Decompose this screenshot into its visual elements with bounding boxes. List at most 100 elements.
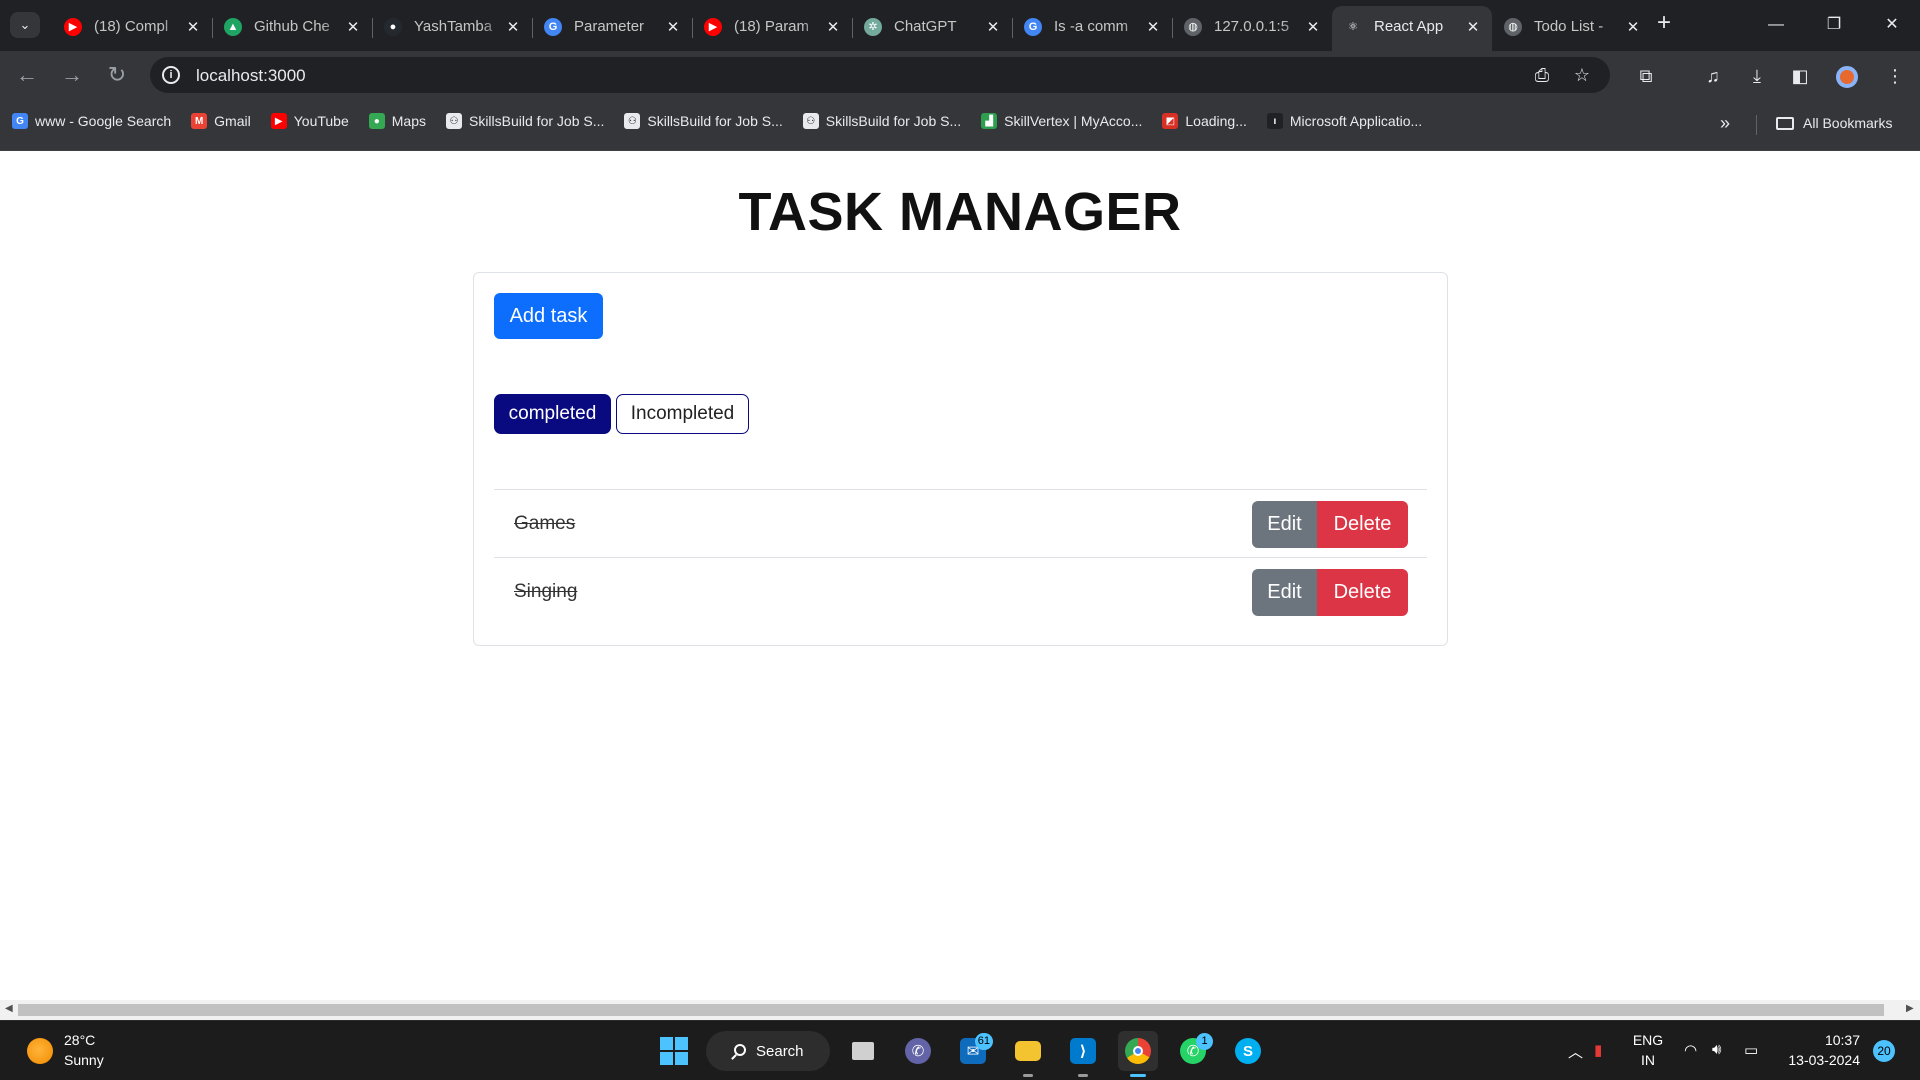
back-button[interactable]: ←	[12, 60, 42, 90]
close-tab-icon[interactable]: ✕	[184, 18, 202, 36]
delete-task-button[interactable]: Delete	[1317, 569, 1408, 616]
browser-tab[interactable]: ◍ 127.0.0.1:5 ✕	[1172, 6, 1332, 51]
battery-icon[interactable]: ▭	[1744, 1041, 1758, 1059]
bookmark-item[interactable]: ● Maps	[368, 113, 426, 129]
bookmark-item[interactable]: M Gmail	[191, 113, 251, 129]
reload-button[interactable]: ↻	[102, 60, 132, 90]
site-info-icon[interactable]: i	[162, 66, 180, 84]
bookmark-item[interactable]: ◩ Loading...	[1162, 113, 1247, 129]
vscode-button[interactable]: ⟩	[1063, 1031, 1103, 1077]
gmail-icon: M	[191, 113, 208, 129]
address-bar[interactable]: i localhost:3000 ⎙ ☆	[150, 57, 1610, 93]
clock-time[interactable]: 10:37	[1770, 1032, 1860, 1048]
chrome-icon	[1125, 1038, 1151, 1064]
browser-tab[interactable]: ▶ (18) Compl ✕	[52, 6, 212, 51]
skillvertex-icon: ▟	[981, 113, 998, 129]
tab-search-button[interactable]: ⌄	[10, 12, 40, 38]
close-tab-icon[interactable]: ✕	[344, 18, 362, 36]
media-control-icon[interactable]: ♫	[1700, 63, 1726, 89]
add-task-button[interactable]: Add task	[494, 293, 603, 339]
browser-tab[interactable]: G Parameter ✕	[532, 6, 692, 51]
taskbar-search-label: Search	[756, 1042, 804, 1060]
close-tab-icon[interactable]: ✕	[824, 18, 842, 36]
bookmark-label: Gmail	[214, 113, 251, 129]
bookmark-item[interactable]: ▟ SkillVertex | MyAcco...	[981, 113, 1142, 129]
close-tab-icon[interactable]: ✕	[1624, 18, 1642, 36]
close-tab-icon[interactable]: ✕	[664, 18, 682, 36]
task-row: Singing Edit Delete	[494, 558, 1427, 626]
bookmark-item[interactable]: Gwww - Google Search	[12, 113, 171, 129]
start-button[interactable]	[654, 1031, 694, 1071]
weather-temperature[interactable]: 28°C	[64, 1032, 95, 1048]
bookmark-item[interactable]: ı Microsoft Applicatio...	[1266, 113, 1422, 129]
clock-date[interactable]: 13-03-2024	[1770, 1052, 1860, 1068]
bookmark-item[interactable]: ▶ YouTube	[270, 113, 349, 129]
sun-icon[interactable]	[27, 1038, 53, 1064]
chrome-button[interactable]	[1118, 1031, 1158, 1077]
close-tab-icon[interactable]: ✕	[984, 18, 1002, 36]
browser-tab[interactable]: G Is -a comm ✕	[1012, 6, 1172, 51]
menu-kebab-icon[interactable]: ⋮	[1882, 63, 1908, 89]
tab-title: ChatGPT	[894, 18, 957, 35]
scrollbar-thumb[interactable]	[18, 1004, 1884, 1016]
horizontal-scrollbar[interactable]: ◀ ▶	[0, 1000, 1920, 1020]
filter-completed-button[interactable]: completed	[494, 394, 611, 434]
teams-chat-button[interactable]: ✆	[898, 1031, 938, 1071]
extensions-icon[interactable]: ⧉	[1633, 63, 1659, 89]
close-tab-icon[interactable]: ✕	[1304, 18, 1322, 36]
file-explorer-button[interactable]	[1008, 1031, 1048, 1077]
whatsapp-button[interactable]: ✆ 1	[1173, 1031, 1213, 1071]
bookmark-star-icon[interactable]: ☆	[1570, 63, 1594, 87]
browser-tab[interactable]: ▶ (18) Param ✕	[692, 6, 852, 51]
restore-button[interactable]: ❐	[1812, 10, 1856, 40]
minimize-button[interactable]: —	[1754, 10, 1798, 40]
language-line2[interactable]: IN	[1628, 1052, 1668, 1068]
browser-tab[interactable]: ✲ ChatGPT ✕	[852, 6, 1012, 51]
more-bookmarks-icon[interactable]: »	[1720, 113, 1730, 134]
whatsapp-badge: 1	[1196, 1033, 1213, 1050]
close-tab-icon[interactable]: ✕	[504, 18, 522, 36]
notification-badge[interactable]: 20	[1873, 1040, 1895, 1062]
browser-tab[interactable]: ⚛ React App ✕	[1332, 6, 1492, 51]
side-panel-icon[interactable]: ◧	[1787, 63, 1813, 89]
browser-tab[interactable]: ◍ Todo List - ✕	[1492, 6, 1652, 51]
skype-button[interactable]: S	[1228, 1031, 1268, 1071]
folder-icon	[1015, 1041, 1041, 1061]
new-tab-button[interactable]: +	[1652, 11, 1676, 36]
edit-task-button[interactable]: Edit	[1252, 501, 1317, 548]
task-name: Singing	[514, 581, 578, 602]
running-indicator	[1078, 1074, 1088, 1077]
address-url[interactable]: localhost:3000	[196, 66, 306, 86]
all-bookmarks-button[interactable]: All Bookmarks	[1776, 115, 1892, 131]
tray-app-icon[interactable]: ▮	[1594, 1041, 1602, 1059]
scroll-left-icon[interactable]: ◀	[5, 1003, 13, 1014]
chevron-up-icon[interactable]: ︿	[1568, 1041, 1583, 1062]
task-view-button[interactable]	[843, 1031, 883, 1071]
edit-task-button[interactable]: Edit	[1252, 569, 1317, 616]
wifi-icon[interactable]: ◠	[1684, 1041, 1697, 1059]
bookmark-label: YouTube	[293, 113, 349, 129]
browser-tab[interactable]: ▲ Github Che ✕	[212, 6, 372, 51]
install-app-icon[interactable]: ⎙	[1530, 63, 1554, 87]
profile-avatar[interactable]	[1836, 66, 1858, 88]
close-window-button[interactable]: ✕	[1870, 10, 1914, 40]
forward-button[interactable]: →	[57, 60, 87, 90]
close-tab-icon[interactable]: ✕	[1144, 18, 1162, 36]
taskbar-search[interactable]: Search	[706, 1031, 830, 1071]
close-tab-icon[interactable]: ✕	[1464, 18, 1482, 36]
browser-tab[interactable]: ● YashTamba ✕	[372, 6, 532, 51]
bookmark-item[interactable]: ⚇ SkillsBuild for Job S...	[624, 113, 783, 129]
vscode-icon: ⟩	[1070, 1038, 1096, 1064]
mail-app-button[interactable]: ✉ 61	[953, 1031, 993, 1071]
delete-task-button[interactable]: Delete	[1317, 501, 1408, 548]
weather-condition[interactable]: Sunny	[64, 1052, 104, 1068]
bookmark-item[interactable]: ⚇ SkillsBuild for Job S...	[802, 113, 962, 129]
scroll-right-icon[interactable]: ▶	[1906, 1003, 1914, 1014]
browser-toolbar: ← → ↻ i localhost:3000 ⎙ ☆ ⧉ ♫ ⤓ ◧ ⋮	[0, 51, 1920, 99]
volume-icon[interactable]: 🔊︎	[1712, 1041, 1721, 1058]
language-line1[interactable]: ENG	[1628, 1032, 1668, 1048]
bookmark-label: SkillsBuild for Job S...	[825, 113, 962, 129]
filter-incompleted-button[interactable]: Incompleted	[616, 394, 749, 434]
downloads-icon[interactable]: ⤓	[1744, 63, 1770, 89]
bookmark-item[interactable]: ⚇ SkillsBuild for Job S...	[445, 113, 604, 129]
